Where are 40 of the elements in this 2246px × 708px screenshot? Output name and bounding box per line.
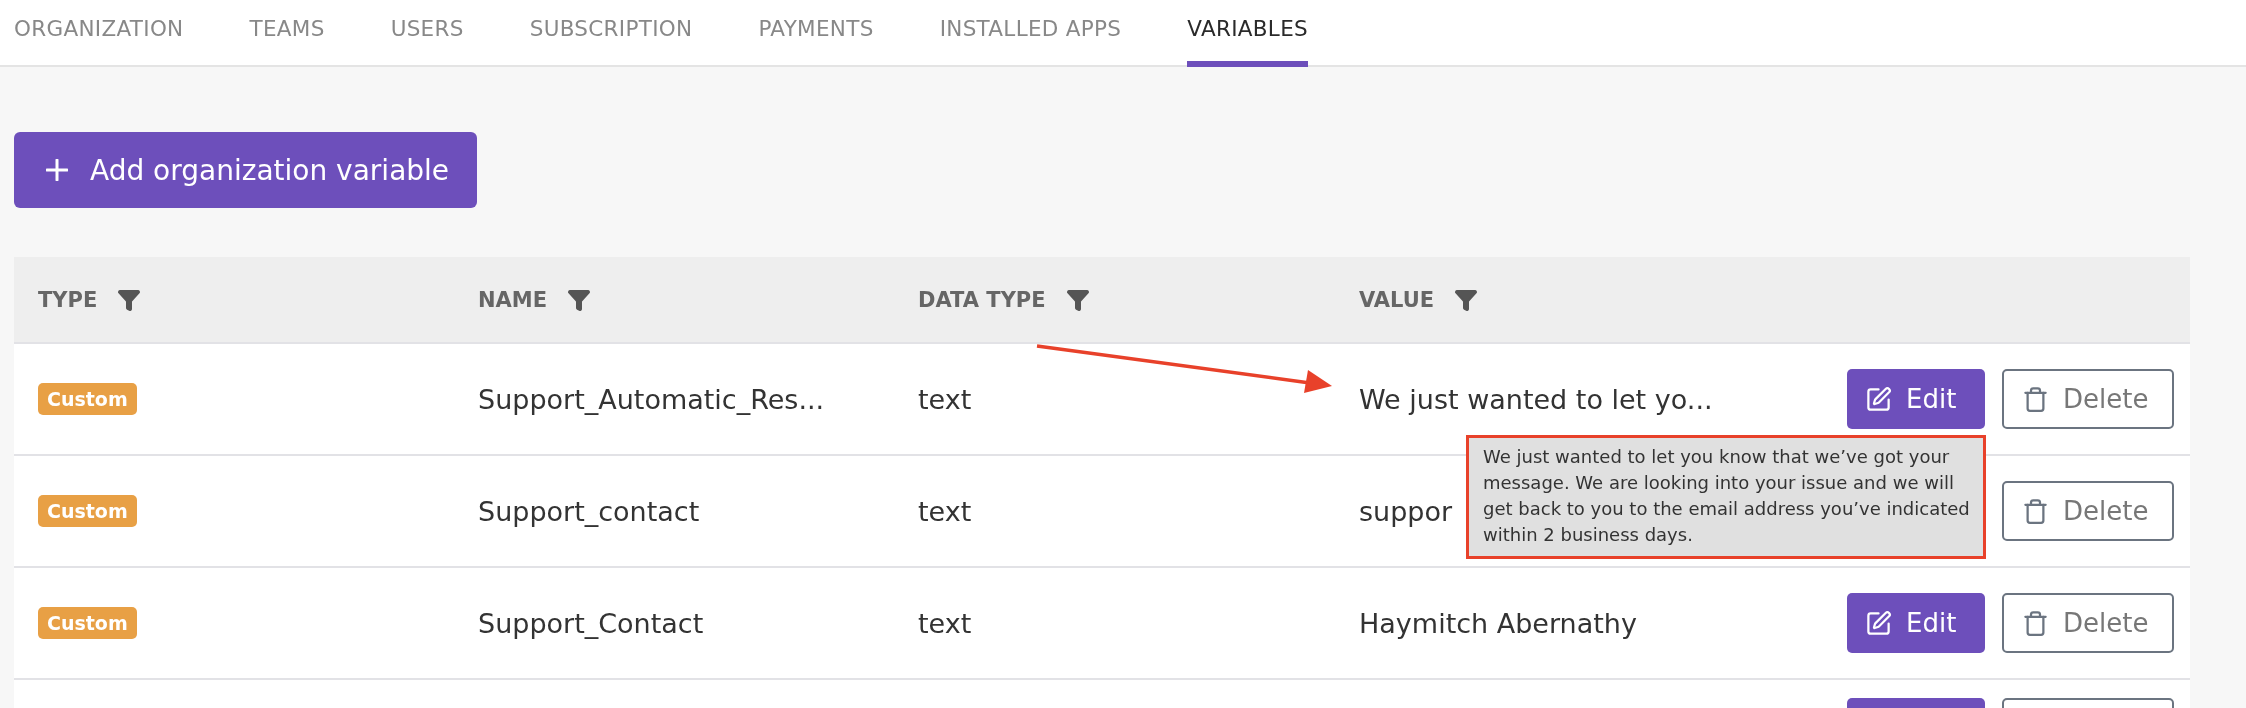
delete-button[interactable]: Delete [2002,593,2174,653]
trash-icon [2022,609,2049,637]
pencil-icon [1865,385,1892,413]
tab[interactable]: INSTALLED APPS [939,0,1122,67]
table-cell: We just wanted to let yo... [1359,383,1713,415]
column-header: VALUE [1359,287,1435,312]
edit-button[interactable]: Edit [1847,369,1985,429]
filter-icon[interactable] [117,287,142,312]
tab[interactable]: VARIABLES [1187,0,1308,67]
column-header: TYPE [38,287,98,312]
trash-icon [2022,385,2049,413]
add-variable-button[interactable]: Add organization variable [14,132,478,208]
tab[interactable]: ORGANIZATION [14,0,184,67]
type-badge: Custom [38,607,137,639]
type-badge: Custom [38,495,137,527]
column-header: NAME [478,287,548,312]
table-cell: Support_contact [478,495,700,527]
table-cell: Haymitch Abernathy [1359,607,1637,639]
tab[interactable]: PAYMENTS [758,0,874,67]
filter-icon[interactable] [1454,287,1479,312]
filter-icon[interactable] [567,287,592,312]
tooltip: We just wanted to let you know that we’ve got your message. We are looking into your issue and we will get back to you to the email address you’ve indicated within 2 business days. [1466,435,1986,559]
tab[interactable]: TEAMS [249,0,325,67]
table-cell: text [918,607,972,639]
plus-icon [46,159,68,181]
pencil-icon [1865,609,1892,637]
table-cell: Support_Automatic_Res... [478,383,825,415]
tab[interactable]: USERS [390,0,464,67]
table-cell: text [918,383,972,415]
trash-icon [2022,497,2049,525]
table-cell: Support_Contact [478,607,704,639]
column-header: DATA TYPE [918,287,1046,312]
edit-button[interactable]: Edit [1847,593,1985,653]
filter-icon[interactable] [1065,287,1090,312]
table-cell: text [918,495,972,527]
table-cell: suppor [1359,495,1453,527]
delete-button[interactable]: Delete [2002,481,2174,541]
type-badge: Custom [38,383,137,415]
delete-button[interactable]: Delete [2002,369,2174,429]
tab[interactable]: SUBSCRIPTION [529,0,693,67]
